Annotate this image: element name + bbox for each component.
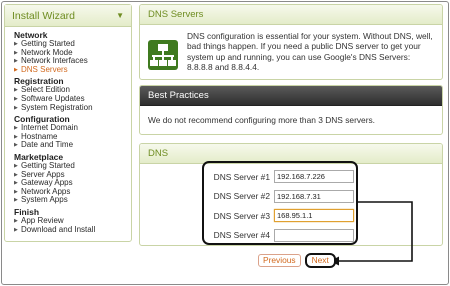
bullet-icon: ▶ (14, 197, 18, 204)
dns-server-4-input[interactable] (274, 228, 354, 242)
bullet-icon: ▶ (14, 188, 18, 195)
bullet-icon: ▶ (14, 87, 18, 94)
sidebar-item-registration-system-registration[interactable]: ▶ System Registration (14, 102, 131, 113)
dns-server-row: DNS Server #3 (210, 206, 354, 226)
dns-server-row: DNS Server #2 (210, 187, 354, 207)
best-practices-panel: Best Practices We do not recommend confi… (139, 85, 443, 135)
dns-server-2-input[interactable] (274, 189, 354, 203)
dns-server-3-input[interactable] (274, 209, 354, 223)
dns-server-2-label: DNS Server #2 (213, 191, 270, 202)
sidebar-item-label: Date and Time (21, 140, 74, 150)
bullet-icon: ▶ (14, 95, 18, 102)
bullet-icon: ▶ (14, 133, 18, 140)
panel-title: DNS Servers (140, 5, 442, 25)
bullet-icon: ▶ (14, 162, 18, 169)
dns-server-3-label: DNS Server #3 (213, 210, 270, 221)
install-wizard-sidebar: Install Wizard ▼ Network ▶ Getting Started… (4, 4, 132, 242)
sidebar-item-label: System Registration (21, 102, 93, 112)
dns-description: DNS configuration is essential for your … (187, 31, 433, 73)
bullet-icon: ▶ (14, 217, 18, 224)
wizard-navigation: Previous Next (258, 253, 340, 268)
panel-title: Best Practices (140, 86, 442, 106)
chevron-down-icon[interactable]: ▼ (116, 11, 124, 20)
dns-server-row: DNS Server #4 (210, 226, 354, 246)
bullet-icon: ▶ (14, 171, 18, 178)
best-practices-text: We do not recommend configuring more tha… (148, 115, 376, 125)
bullet-icon: ▶ (14, 66, 18, 73)
previous-button[interactable]: Previous (258, 254, 301, 267)
sidebar-item-network-dns-servers[interactable]: ▶ DNS Servers (14, 64, 131, 75)
sidebar-item-label: Download and Install (21, 224, 96, 234)
bullet-icon: ▶ (14, 58, 18, 65)
bullet-icon: ▶ (14, 125, 18, 132)
sidebar-item-finish-download-and-install[interactable]: ▶ Download and Install (14, 224, 131, 235)
wizard-header[interactable]: Install Wizard ▼ (5, 5, 131, 27)
panel-title: DNS (140, 144, 442, 164)
wizard-title: Install Wizard (12, 9, 76, 22)
dns-network-icon (148, 40, 178, 70)
dns-form: DNS Server #1 DNS Server #2 DNS Server #… (210, 167, 354, 245)
bullet-icon: ▶ (14, 226, 18, 233)
sidebar-item-marketplace-system-apps[interactable]: ▶ System Apps (14, 196, 131, 205)
next-button[interactable]: Next (304, 253, 336, 268)
sidebar-item-configuration-date-and-time[interactable]: ▶ Date and Time (14, 141, 131, 150)
sidebar-item-label: System Apps (21, 195, 68, 205)
bullet-icon: ▶ (14, 49, 18, 56)
bullet-icon: ▶ (14, 104, 18, 111)
dns-servers-panel: DNS Servers DNS configuration is essenti… (139, 4, 443, 80)
bullet-icon: ▶ (14, 142, 18, 149)
sidebar-item-label: DNS Servers (21, 64, 68, 74)
bullet-icon: ▶ (14, 41, 18, 47)
dns-server-1-input[interactable] (274, 170, 354, 184)
dns-server-1-label: DNS Server #1 (213, 171, 270, 182)
dns-server-row: DNS Server #1 (210, 167, 354, 187)
bullet-icon: ▶ (14, 180, 18, 187)
wizard-nav: Network ▶ Getting Started ▶ Network Mode ▶ Net… (5, 27, 131, 234)
dns-form-panel: DNS DNS Server #1 DNS Server #2 DNS Serv… (139, 143, 443, 246)
dns-server-4-label: DNS Server #4 (213, 230, 270, 241)
